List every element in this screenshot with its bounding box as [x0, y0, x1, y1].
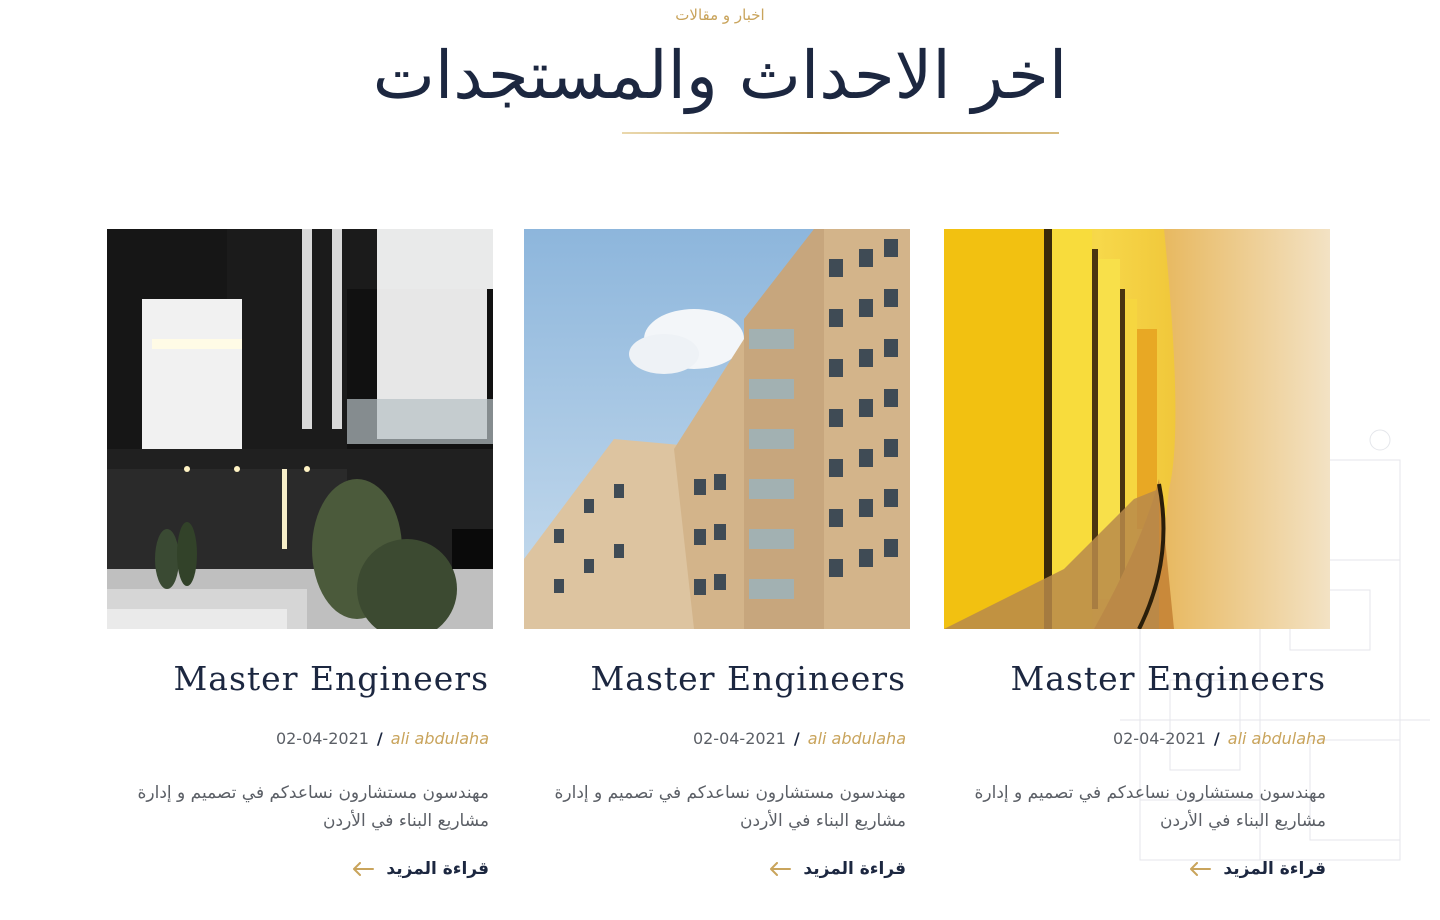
building-image — [524, 229, 910, 629]
news-card-description: مهندسون مستشارون نساعدكم في تصميم و إدار… — [974, 783, 1326, 831]
arrow-left-icon — [353, 862, 375, 876]
villa-image — [107, 229, 493, 629]
news-card: Master Engineers 02-04-2021/ali abdulaha… — [524, 229, 910, 909]
meta-separator: / — [793, 729, 800, 748]
news-card-title[interactable]: Master Engineers — [103, 659, 489, 698]
news-card-meta: 02-04-2021 / ali abdulaha — [103, 729, 489, 748]
section-eyebrow: اخبار و مقالات — [675, 6, 765, 24]
arrow-left-icon — [770, 862, 792, 876]
news-card-author[interactable]: ali abdulaha — [808, 729, 906, 748]
read-more-link[interactable]: قراءة المزيد — [769, 859, 906, 879]
news-card: Master Engineers 02-04-2021/ali abdulaha… — [107, 229, 493, 909]
news-card-meta: 02-04-2021 / ali abdulaha — [940, 729, 1326, 748]
news-card-author[interactable]: ali abdulaha — [391, 729, 489, 748]
read-more-label: قراءة المزيد — [1223, 859, 1326, 879]
corridor-image — [944, 229, 1330, 629]
news-card-author[interactable]: ali abdulaha — [1228, 729, 1326, 748]
meta-separator: / — [376, 729, 383, 748]
meta-separator: / — [1213, 729, 1220, 748]
title-divider — [622, 132, 1059, 134]
news-card-description: مهندسون مستشارون نساعدكم في تصميم و إدار… — [554, 783, 906, 831]
news-card-meta: 02-04-2021 / ali abdulaha — [520, 729, 906, 748]
news-card-image[interactable] — [524, 229, 910, 629]
read-more-link[interactable]: قراءة المزيد — [1189, 859, 1326, 879]
news-card-date: 02-04-2021 — [1112, 729, 1206, 748]
news-card-date: 02-04-2021 — [275, 729, 369, 748]
news-card-title[interactable]: Master Engineers — [940, 659, 1326, 698]
section-title: اخر الاحداث والمستجدات — [372, 37, 1068, 114]
news-card-title[interactable]: Master Engineers — [520, 659, 906, 698]
read-more-link[interactable]: قراءة المزيد — [352, 859, 489, 879]
arrow-left-icon — [1190, 862, 1212, 876]
news-card: Master Engineers 02-04-2021/ali abdulaha… — [944, 229, 1330, 909]
news-card-description: مهندسون مستشارون نساعدكم في تصميم و إدار… — [137, 783, 489, 831]
read-more-label: قراءة المزيد — [386, 859, 489, 879]
news-card-image[interactable] — [944, 229, 1330, 629]
read-more-label: قراءة المزيد — [803, 859, 906, 879]
news-card-date: 02-04-2021 — [692, 729, 786, 748]
news-card-image[interactable] — [107, 229, 493, 629]
